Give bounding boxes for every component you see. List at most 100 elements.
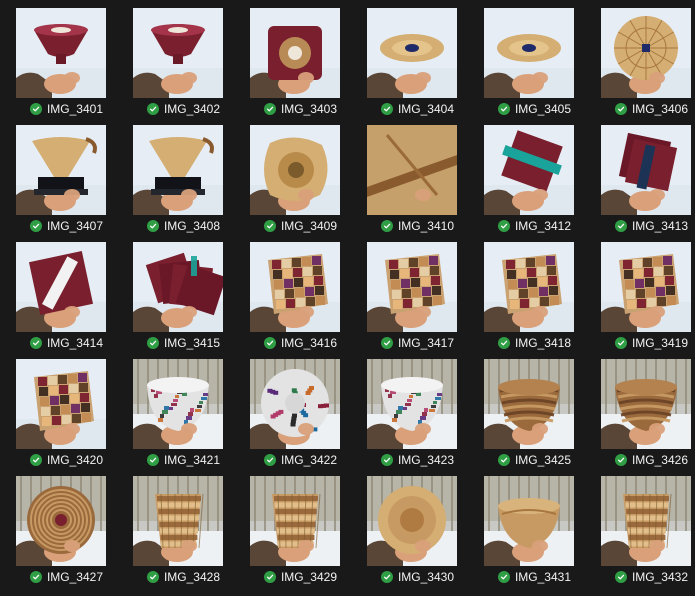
thumbnail-tile[interactable]: IMG_3416	[242, 234, 359, 351]
thumbnail-caption: IMG_3423	[359, 453, 476, 467]
thumbnail-tile[interactable]: IMG_3432	[593, 468, 695, 585]
thumbnail-tile[interactable]: IMG_3429	[242, 468, 359, 585]
thumbnail-label: IMG_3419	[631, 336, 689, 350]
thumbnail-image[interactable]	[16, 8, 106, 98]
thumbnail-tile[interactable]: IMG_3405	[476, 0, 593, 117]
thumbnail-image[interactable]	[484, 125, 574, 215]
thumbnail-image[interactable]	[367, 476, 457, 566]
thumbnail-label: IMG_3406	[631, 102, 689, 116]
check-circle-icon	[614, 103, 627, 115]
check-circle-icon	[614, 220, 627, 232]
thumbnail-image[interactable]	[133, 359, 223, 449]
thumbnail-tile[interactable]: IMG_3423	[359, 351, 476, 468]
thumbnail-image[interactable]	[133, 476, 223, 566]
thumbnail-image[interactable]	[250, 242, 340, 332]
thumbnail-tile[interactable]: IMG_3421	[125, 351, 242, 468]
check-circle-icon	[29, 454, 42, 466]
thumbnail-caption: IMG_3429	[242, 570, 359, 584]
thumbnail-tile[interactable]: IMG_3412	[476, 117, 593, 234]
thumbnail-image[interactable]	[16, 125, 106, 215]
thumbnail-tile[interactable]: IMG_3409	[242, 117, 359, 234]
thumbnail-image[interactable]	[484, 8, 574, 98]
thumbnail-tile[interactable]: IMG_3404	[359, 0, 476, 117]
thumbnail-label: IMG_3416	[280, 336, 338, 350]
thumbnail-caption: IMG_3413	[593, 219, 695, 233]
thumbnail-tile[interactable]: IMG_3431	[476, 468, 593, 585]
thumbnail-caption: IMG_3425	[476, 453, 593, 467]
thumbnail-image[interactable]	[16, 476, 106, 566]
thumbnail-image[interactable]	[250, 125, 340, 215]
thumbnail-label: IMG_3417	[397, 336, 455, 350]
check-circle-icon	[380, 337, 393, 349]
thumbnail-image[interactable]	[367, 242, 457, 332]
check-circle-icon	[380, 454, 393, 466]
thumbnail-image[interactable]	[16, 359, 106, 449]
check-circle-icon	[380, 571, 393, 583]
thumbnail-label: IMG_3413	[631, 219, 689, 233]
thumbnail-caption: IMG_3407	[8, 219, 125, 233]
thumbnail-image[interactable]	[601, 476, 691, 566]
thumbnail-caption: IMG_3432	[593, 570, 695, 584]
thumbnail-image[interactable]	[484, 359, 574, 449]
thumbnail-image[interactable]	[601, 359, 691, 449]
thumbnail-label: IMG_3422	[280, 453, 338, 467]
thumbnail-image[interactable]	[250, 359, 340, 449]
check-circle-icon	[263, 220, 276, 232]
check-circle-icon	[614, 337, 627, 349]
check-circle-icon	[29, 220, 42, 232]
thumbnail-tile[interactable]: IMG_3425	[476, 351, 593, 468]
thumbnail-label: IMG_3420	[46, 453, 104, 467]
thumbnail-tile[interactable]: IMG_3415	[125, 234, 242, 351]
thumbnail-image[interactable]	[601, 125, 691, 215]
thumbnail-caption: IMG_3402	[125, 102, 242, 116]
thumbnail-caption: IMG_3418	[476, 336, 593, 350]
thumbnail-image[interactable]	[367, 359, 457, 449]
thumbnail-caption: IMG_3405	[476, 102, 593, 116]
thumbnail-tile[interactable]: IMG_3402	[125, 0, 242, 117]
thumbnail-label: IMG_3423	[397, 453, 455, 467]
thumbnail-tile[interactable]: IMG_3414	[8, 234, 125, 351]
thumbnail-tile[interactable]: IMG_3418	[476, 234, 593, 351]
thumbnail-caption: IMG_3412	[476, 219, 593, 233]
check-circle-icon	[380, 220, 393, 232]
thumbnail-image[interactable]	[601, 242, 691, 332]
thumbnail-caption: IMG_3404	[359, 102, 476, 116]
thumbnail-image[interactable]	[367, 125, 457, 215]
thumbnail-tile[interactable]: IMG_3420	[8, 351, 125, 468]
thumbnail-caption: IMG_3408	[125, 219, 242, 233]
thumbnail-tile[interactable]: IMG_3408	[125, 117, 242, 234]
thumbnail-image[interactable]	[133, 125, 223, 215]
thumbnail-tile[interactable]: IMG_3410	[359, 117, 476, 234]
thumbnail-tile[interactable]: IMG_3426	[593, 351, 695, 468]
thumbnail-image[interactable]	[133, 8, 223, 98]
thumbnail-caption: IMG_3428	[125, 570, 242, 584]
thumbnail-image[interactable]	[367, 8, 457, 98]
thumbnail-image[interactable]	[601, 8, 691, 98]
thumbnail-tile[interactable]: IMG_3430	[359, 468, 476, 585]
thumbnail-tile[interactable]: IMG_3422	[242, 351, 359, 468]
thumbnail-tile[interactable]: IMG_3401	[8, 0, 125, 117]
thumbnail-image[interactable]	[250, 8, 340, 98]
thumbnail-tile[interactable]: IMG_3428	[125, 468, 242, 585]
thumbnail-tile[interactable]: IMG_3417	[359, 234, 476, 351]
thumbnail-tile[interactable]: IMG_3413	[593, 117, 695, 234]
thumbnail-label: IMG_3401	[46, 102, 104, 116]
check-circle-icon	[614, 571, 627, 583]
thumbnail-label: IMG_3405	[514, 102, 572, 116]
thumbnail-image[interactable]	[133, 242, 223, 332]
thumbnail-tile[interactable]: IMG_3406	[593, 0, 695, 117]
check-circle-icon	[497, 454, 510, 466]
thumbnail-image[interactable]	[484, 476, 574, 566]
thumbnail-tile[interactable]: IMG_3407	[8, 117, 125, 234]
thumbnail-image[interactable]	[484, 242, 574, 332]
thumbnail-label: IMG_3407	[46, 219, 104, 233]
thumbnail-image[interactable]	[250, 476, 340, 566]
thumbnail-tile[interactable]: IMG_3427	[8, 468, 125, 585]
thumbnail-caption: IMG_3416	[242, 336, 359, 350]
thumbnail-caption: IMG_3406	[593, 102, 695, 116]
thumbnail-image[interactable]	[16, 242, 106, 332]
thumbnail-tile[interactable]: IMG_3403	[242, 0, 359, 117]
check-circle-icon	[146, 571, 159, 583]
thumbnail-tile[interactable]: IMG_3419	[593, 234, 695, 351]
check-circle-icon	[146, 337, 159, 349]
